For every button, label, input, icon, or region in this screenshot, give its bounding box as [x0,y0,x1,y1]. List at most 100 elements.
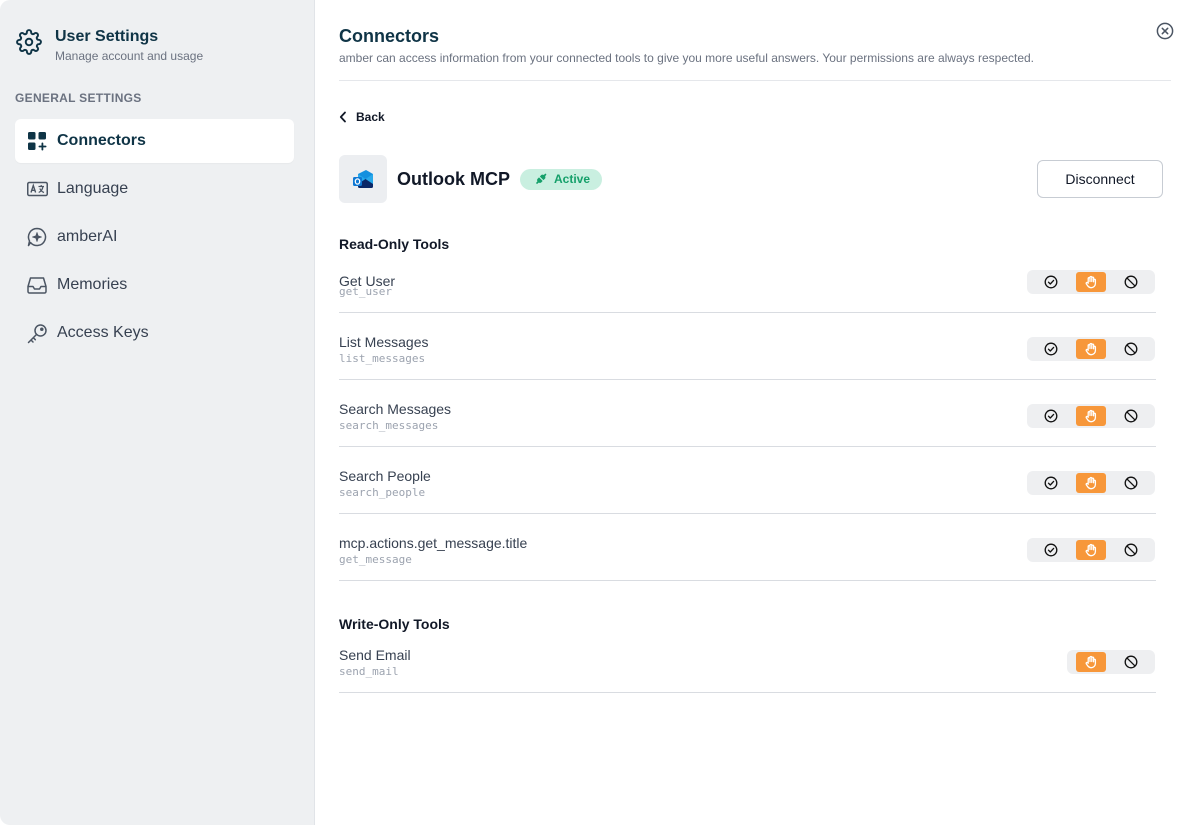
allow-button[interactable] [1036,540,1066,560]
check-circle-icon [1044,543,1058,557]
sidebar: User Settings Manage account and usage G… [0,0,315,825]
connector-header: Outlook MCP Active Disconnect [339,155,1171,203]
tool-id: get_user [339,285,392,298]
status-badge: Active [520,168,603,190]
write-only-tools-list: Send Email send_mail [339,632,1156,693]
tool-id: get_message [339,553,412,566]
allow-button[interactable] [1036,339,1066,359]
connector-name: Outlook MCP [397,168,510,189]
check-circle-icon [1044,476,1058,490]
hand-icon [1085,342,1097,356]
sidebar-title: User Settings [55,28,159,45]
hand-icon [1085,543,1097,557]
tool-row: mcp.actions.get_message.title get_messag… [339,514,1156,581]
sidebar-item-label: Connectors [57,132,146,149]
block-icon [1124,476,1138,490]
tool-row: Search People search_people [339,447,1156,514]
tool-name: Search People [339,468,431,484]
close-icon [1156,22,1173,39]
tool-name: mcp.actions.get_message.title [339,535,528,551]
sidebar-nav: Connectors Language amberAI Memories Acc… [15,119,294,355]
permission-toggle [1027,471,1155,495]
chevron-left-icon [339,111,346,123]
tool-id: search_people [339,486,426,499]
sidebar-item-amberai[interactable]: amberAI [15,215,294,259]
tool-id: search_messages [339,419,439,432]
tool-name: List Messages [339,334,429,350]
ask-button[interactable] [1076,272,1106,292]
permission-toggle [1027,404,1155,428]
page-title: Connectors [339,26,440,46]
tool-id: send_mail [339,665,399,678]
grid-plus-icon [26,130,48,152]
language-icon [26,178,48,200]
hand-icon [1085,409,1097,423]
read-only-tools-title: Read-Only Tools [339,236,450,252]
block-icon [1124,409,1138,423]
plug-icon [536,173,547,184]
permission-toggle [1027,270,1155,294]
deny-button[interactable] [1116,272,1146,292]
tool-row: Send Email send_mail [339,632,1156,693]
sidebar-header: User Settings Manage account and usage [15,0,294,64]
hand-icon [1085,655,1097,669]
page-description: amber can access information from your c… [339,51,1035,65]
block-icon [1124,342,1138,356]
hand-icon [1085,476,1097,490]
sidebar-subtitle: Manage account and usage [55,49,204,63]
status-badge-label: Active [554,172,591,186]
tool-row: Get User get_user [339,252,1156,313]
ask-button[interactable] [1076,652,1106,672]
gear-icon [15,28,43,56]
block-icon [1124,543,1138,557]
allow-button[interactable] [1036,473,1066,493]
hand-icon [1085,275,1097,289]
settings-window: User Settings Manage account and usage G… [0,0,1193,825]
key-icon [26,322,48,344]
sidebar-item-label: Access Keys [57,324,149,341]
close-button[interactable] [1155,21,1174,40]
sidebar-item-memories[interactable]: Memories [15,263,294,307]
check-circle-icon [1044,409,1058,423]
sidebar-item-connectors[interactable]: Connectors [15,119,294,163]
allow-button[interactable] [1036,406,1066,426]
sidebar-item-language[interactable]: Language [15,167,294,211]
deny-button[interactable] [1116,406,1146,426]
tool-name: Send Email [339,647,411,663]
write-only-tools-title: Write-Only Tools [339,616,450,632]
permission-toggle [1027,538,1155,562]
tool-name: Search Messages [339,401,452,417]
check-circle-icon [1044,275,1058,289]
block-icon [1124,655,1138,669]
allow-button[interactable] [1036,272,1066,292]
sidebar-item-label: Language [57,180,129,197]
page-header: Connectors amber can access information … [339,0,1171,81]
sidebar-section-label: GENERAL SETTINGS [15,91,142,105]
main-panel: Connectors amber can access information … [315,0,1193,825]
deny-button[interactable] [1116,540,1146,560]
deny-button[interactable] [1116,473,1146,493]
sidebar-item-label: Memories [57,276,128,293]
sidebar-item-access-keys[interactable]: Access Keys [15,311,294,355]
sidebar-item-label: amberAI [57,228,118,245]
block-icon [1124,275,1138,289]
back-button[interactable]: Back [339,110,385,124]
ask-button[interactable] [1076,540,1106,560]
ai-chat-icon [26,226,48,248]
permission-toggle [1027,337,1155,361]
tool-row: List Messages list_messages [339,313,1156,380]
check-circle-icon [1044,342,1058,356]
tool-id: list_messages [339,352,426,365]
deny-button[interactable] [1116,652,1146,672]
disconnect-button[interactable]: Disconnect [1037,160,1163,198]
ask-button[interactable] [1076,473,1106,493]
back-label: Back [356,110,385,124]
permission-toggle [1067,650,1155,674]
deny-button[interactable] [1116,339,1146,359]
tool-row: Search Messages search_messages [339,380,1156,447]
inbox-icon [26,274,48,296]
read-only-tools-list: Get User get_user List Messages list_mes… [339,252,1156,581]
outlook-logo-icon [339,155,387,203]
ask-button[interactable] [1076,406,1106,426]
ask-button[interactable] [1076,339,1106,359]
